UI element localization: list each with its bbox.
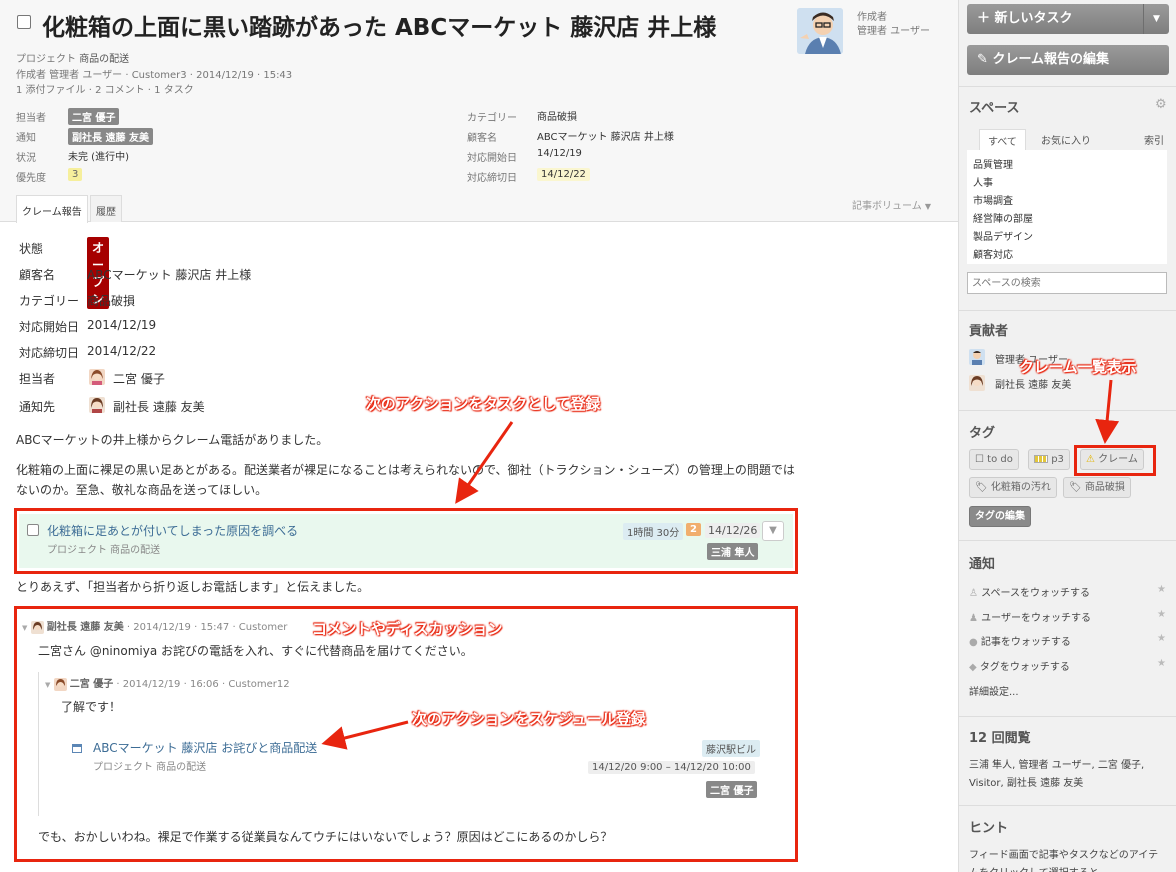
callout-task: 次のアクションをタスクとして登録: [366, 395, 601, 413]
annotation-arrows: [321, 421, 514, 750]
arrow-task: [455, 421, 514, 504]
arrow-claim: [1095, 379, 1120, 444]
main-content: 化粧箱の上面に黒い踏跡があった ABCマーケット 藤沢店 井上様 プロジェクト …: [0, 0, 958, 872]
callout-comment: コメントやディスカッション: [312, 620, 503, 638]
callout-schedule: 次のアクションをスケジュール登録: [412, 710, 646, 728]
callout-claim: クレーム一覧表示: [1019, 358, 1137, 376]
annotation-arrows-sidebar: [1095, 379, 1120, 444]
arrow-schedule: [321, 720, 409, 750]
sidebar: ＋ 新しいタスク ▼ ✎ クレーム報告の編集 スペース ⚙ すべて お気に入り …: [958, 0, 1176, 872]
